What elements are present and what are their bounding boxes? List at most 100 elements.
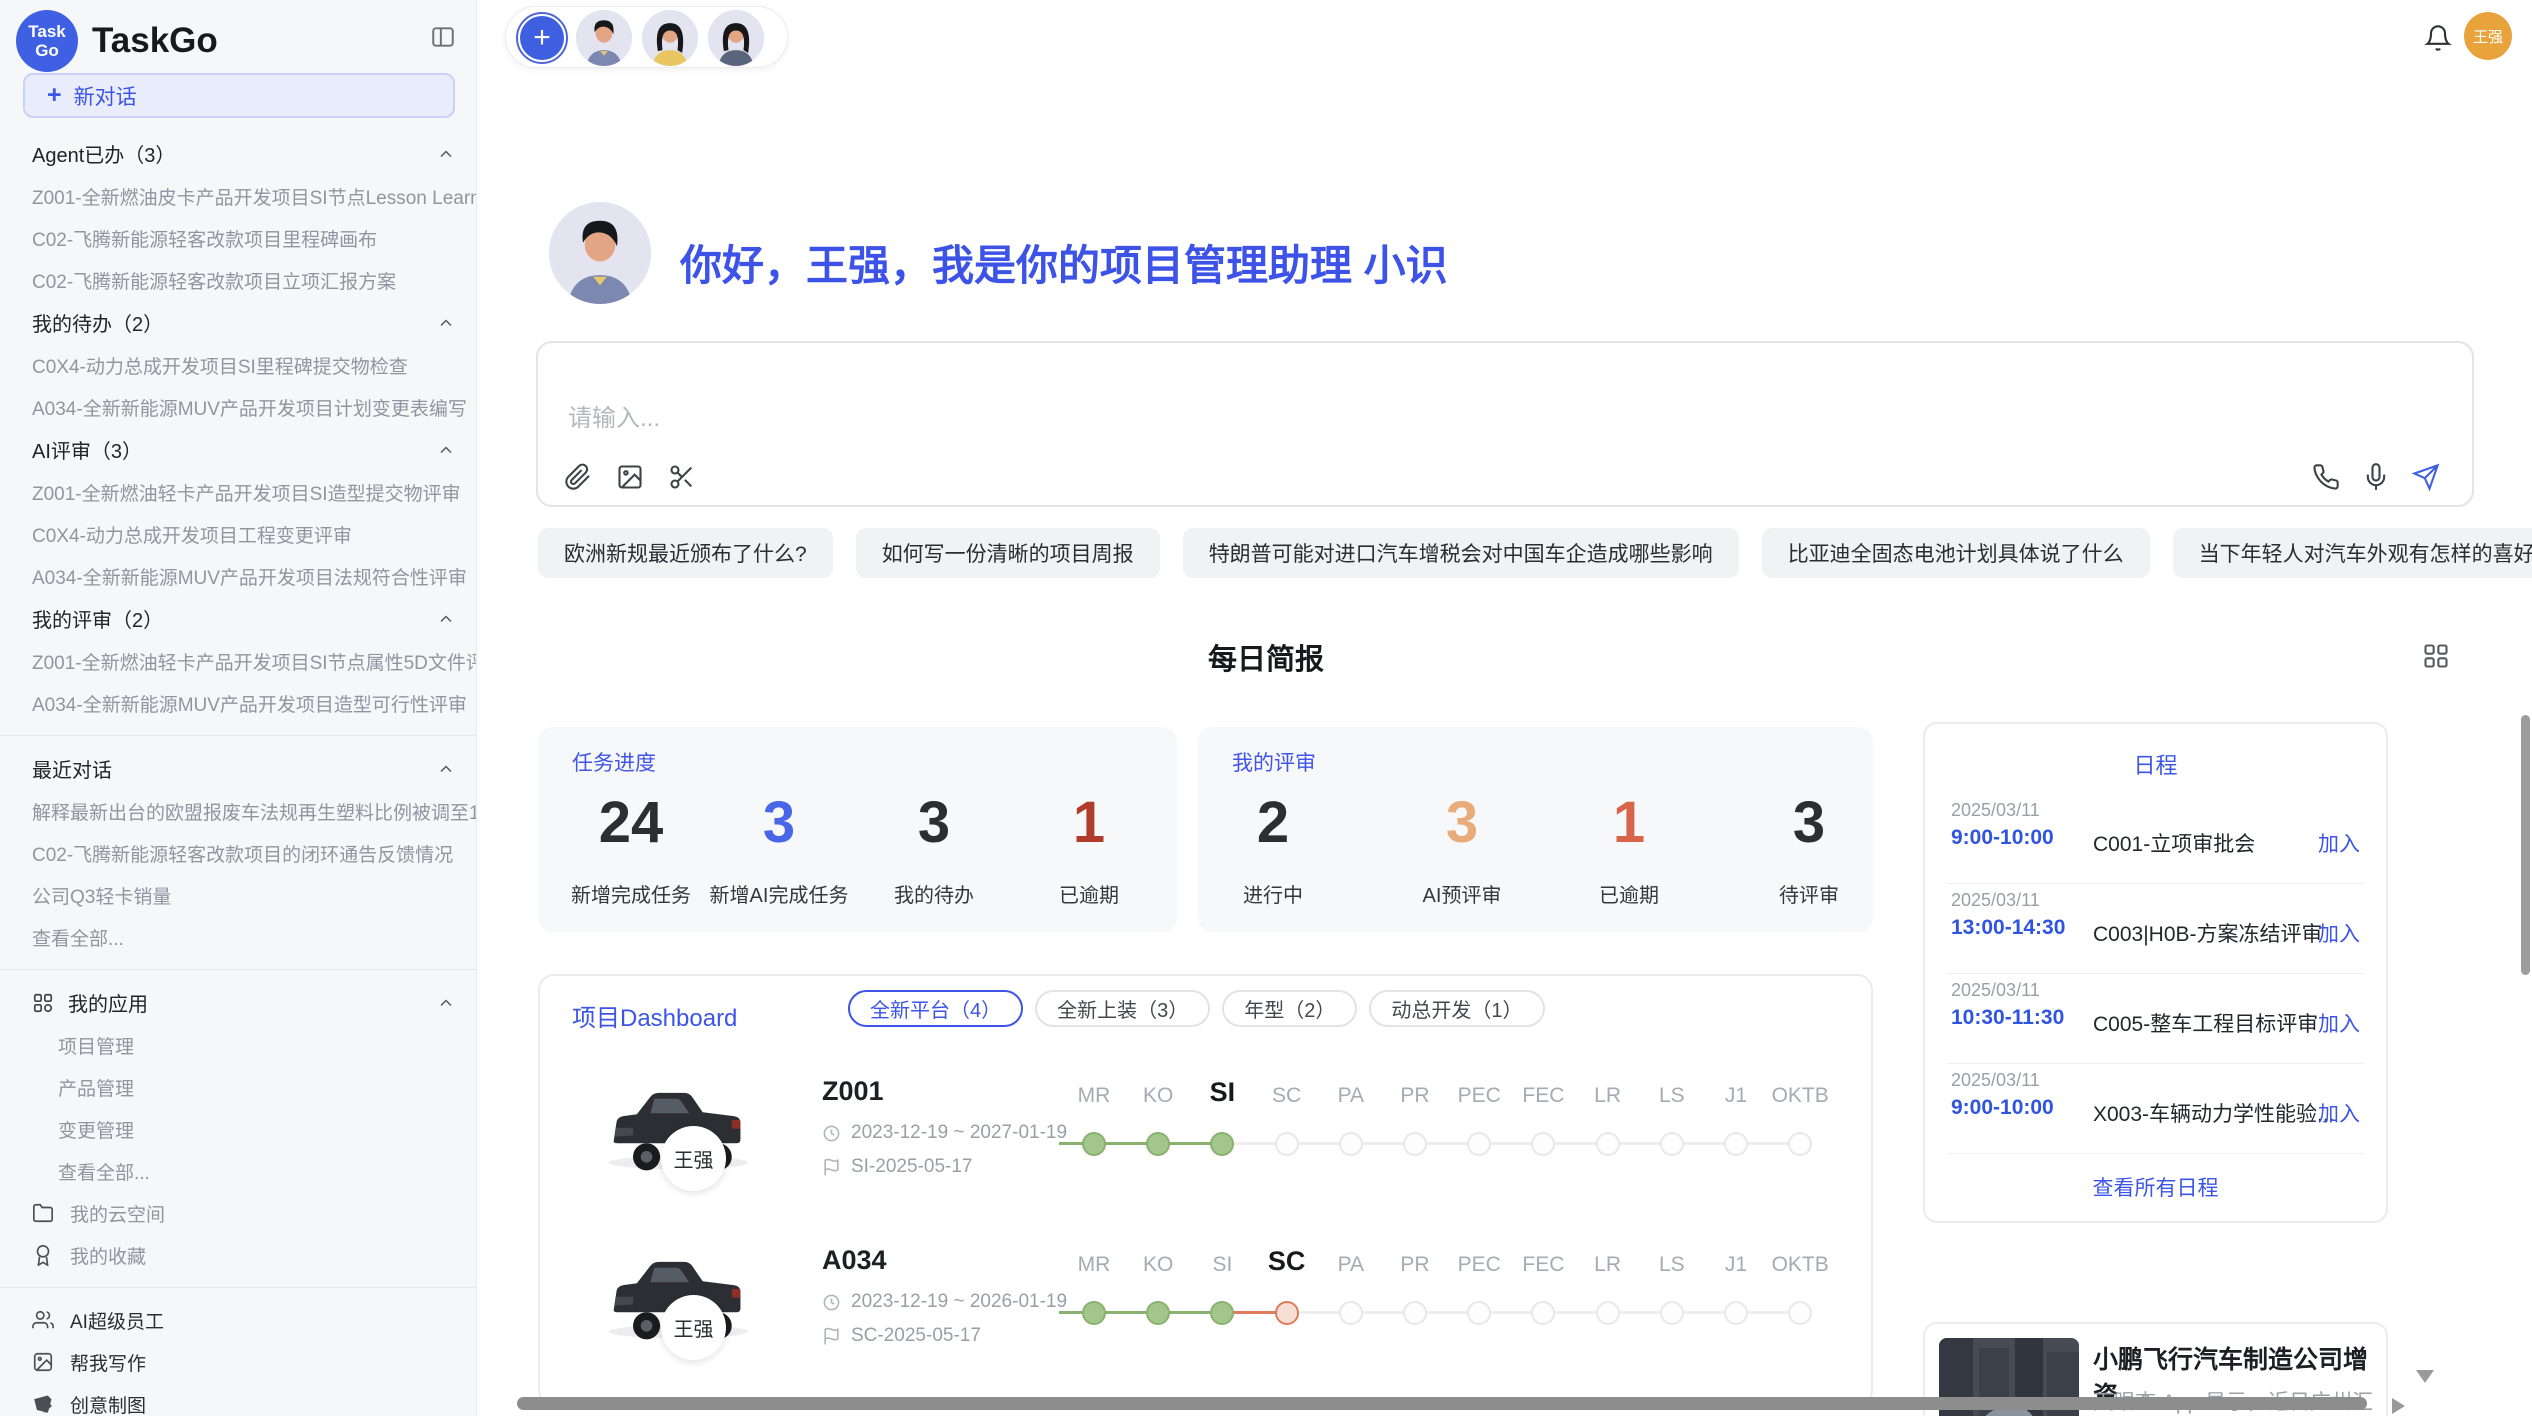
sidebar-item[interactable]: C0X4-动力总成开发项目工程变更评审 [0,513,476,555]
horizontal-scrollbar[interactable] [517,1397,2367,1410]
event-date: 2025/03/11 [1951,1070,2040,1091]
milestone-dot [1275,1132,1299,1156]
project-dates: 2023-12-19 ~ 2027-01-19 [822,1122,1067,1144]
chevron-up-icon [436,440,456,460]
scissors-icon[interactable] [668,463,696,491]
section-title: 最近对话 [32,754,436,783]
project-flag: SC-2025-05-17 [822,1325,981,1347]
notification-bell-icon[interactable] [2424,24,2452,52]
milestone-dot [1724,1301,1748,1325]
app-item[interactable]: 变更管理 [0,1108,476,1150]
clock-icon [822,1293,841,1312]
sidebar-footer-item[interactable]: 帮我写作 [0,1341,476,1383]
sidebar-item[interactable]: A034-全新新能源MUV产品开发项目造型可行性评审 [0,682,476,724]
sidebar-header: Task Go TaskGo [16,10,218,72]
stat-label: 进行中 [1163,879,1383,908]
milestone-dot [1596,1301,1620,1325]
milestone-dot [1467,1132,1491,1156]
user-avatar[interactable]: 王强 [2464,12,2512,60]
chat-input-box[interactable]: 请输入... [536,341,2474,507]
new-chat-button[interactable]: + 新对话 [23,73,455,118]
dashboard-title: 项目Dashboard [572,998,737,1033]
add-agent-button[interactable]: + [516,12,568,64]
section-header-tasks-2[interactable]: AI评审（3） [0,428,476,471]
sidebar-footer-item[interactable]: 创意制图 [0,1383,476,1416]
app-title: TaskGo [92,21,218,61]
suggestion-chip[interactable]: 当下年轻人对汽车外观有怎样的喜好趋势 [2173,528,2532,578]
layout-grid-icon[interactable] [2422,642,2450,670]
sidebar-item[interactable]: C0X4-动力总成开发项目SI里程碑提交物检查 [0,344,476,386]
briefing-card: 任务进度24新增完成任务3新增AI完成任务3我的待办1已逾期 [538,727,1177,932]
recent-conversation-item[interactable]: 解释最新出台的欧盟报废车法规再生塑料比例被调至15%... [0,790,476,832]
milestone-dot [1724,1132,1748,1156]
milestone-dot [1146,1132,1170,1156]
dashboard-tabs: 全新平台（4） 全新上装（3） 年型（2） 动总开发（1） [848,990,1545,1027]
section-header-tasks-3[interactable]: 我的评审（2） [0,597,476,640]
microphone-icon[interactable] [2362,463,2390,491]
dashboard-tab[interactable]: 动总开发（1） [1369,990,1544,1027]
sidebar-item-cloud-space[interactable]: 我的云空间 [0,1192,476,1234]
logo-text-top: Task [28,22,66,41]
suggestion-chip[interactable]: 比亚迪全固态电池计划具体说了什么 [1762,528,2150,578]
milestone-dot [1210,1132,1234,1156]
project-row: 王强A0342023-12-19 ~ 2026-01-19SC-2025-05-… [540,1229,1873,1399]
section-header-tasks-0[interactable]: Agent已办（3） [0,132,476,175]
recent-conversation-item[interactable]: 公司Q3轻卡销量 [0,874,476,916]
flag-icon [822,1158,841,1177]
phone-call-icon[interactable] [2312,463,2340,491]
chevron-up-icon [436,759,456,779]
sidebar-footer-item[interactable]: AI超级员工 [0,1299,476,1341]
join-link[interactable]: 加入 [2318,1098,2360,1128]
send-icon[interactable] [2412,463,2440,491]
app-item[interactable]: 产品管理 [0,1066,476,1108]
sidebar-item-favorites[interactable]: 我的收藏 [0,1234,476,1276]
section-header-tasks-1[interactable]: 我的待办（2） [0,301,476,344]
milestone-dot [1660,1301,1684,1325]
sidebar-item[interactable]: C02-飞腾新能源轻客改款项目立项汇报方案 [0,259,476,301]
scroll-right-icon[interactable] [2392,1398,2405,1414]
chevron-up-icon [436,609,456,629]
recent-conversation-item[interactable]: C02-飞腾新能源轻客改款项目的闭环通告反馈情况 [0,832,476,874]
app-item[interactable]: 项目管理 [0,1024,476,1066]
apps-grid-icon [32,992,54,1014]
schedule-event: 2025/03/119:00-10:00C001-立项审批会加入 [1925,794,2386,884]
join-link[interactable]: 加入 [2318,1008,2360,1038]
dashboard-tab[interactable]: 全新上装（3） [1035,990,1210,1027]
join-link[interactable]: 加入 [2318,828,2360,858]
sidebar-item[interactable]: C02-飞腾新能源轻客改款项目里程碑画布 [0,217,476,259]
recent-conversation-item[interactable]: 查看全部... [0,916,476,958]
scroll-down-icon[interactable] [2416,1370,2434,1383]
briefing-card-title: 任务进度 [572,747,656,777]
section-title: Agent已办（3） [32,139,436,168]
agent-avatar-1[interactable] [576,10,632,66]
sidebar-collapse-icon[interactable] [430,24,456,50]
dashboard-tab[interactable]: 年型（2） [1222,990,1357,1027]
join-link[interactable]: 加入 [2318,918,2360,948]
milestone-dot [1531,1132,1555,1156]
section-title: AI评审（3） [32,435,436,464]
app-window: Task Go TaskGo + 新对话 Agent已办（3） Z001-全新燃油… [0,0,2532,1416]
section-header-recent[interactable]: 最近对话 [0,747,476,790]
sidebar-item[interactable]: Z001-全新燃油轻卡产品开发项目SI造型提交物评审 [0,471,476,513]
sidebar-item[interactable]: A034-全新新能源MUV产品开发项目法规符合性评审 [0,555,476,597]
section-title: 我的待办（2） [32,308,436,337]
attachment-icon[interactable] [564,463,592,491]
sidebar-item[interactable]: A034-全新新能源MUV产品开发项目计划变更表编写 [0,386,476,428]
agent-avatar-3[interactable] [708,10,764,66]
stat-value: 1 [989,789,1189,856]
suggestion-chip[interactable]: 如何写一份清晰的项目周报 [856,528,1160,578]
chevron-up-icon [436,993,456,1013]
suggestion-chip[interactable]: 欧洲新规最近颁布了什么? [538,528,833,578]
suggestion-chip[interactable]: 特朗普可能对进口汽车增税会对中国车企造成哪些影响 [1183,528,1739,578]
app-item[interactable]: 查看全部... [0,1150,476,1192]
vertical-scrollbar[interactable] [2521,715,2530,975]
agent-avatar-2[interactable] [642,10,698,66]
view-all-schedule-link[interactable]: 查看所有日程 [1925,1172,2386,1202]
sidebar-item[interactable]: Z001-全新燃油皮卡产品开发项目SI节点Lesson Learn报告 [0,175,476,217]
composer-tools [564,463,696,491]
milestone-dot [1339,1132,1363,1156]
project-code: A034 [822,1245,887,1276]
dashboard-tab[interactable]: 全新平台（4） [848,990,1023,1027]
section-header-my-apps[interactable]: 我的应用 [0,981,476,1024]
image-upload-icon[interactable] [616,463,644,491]
